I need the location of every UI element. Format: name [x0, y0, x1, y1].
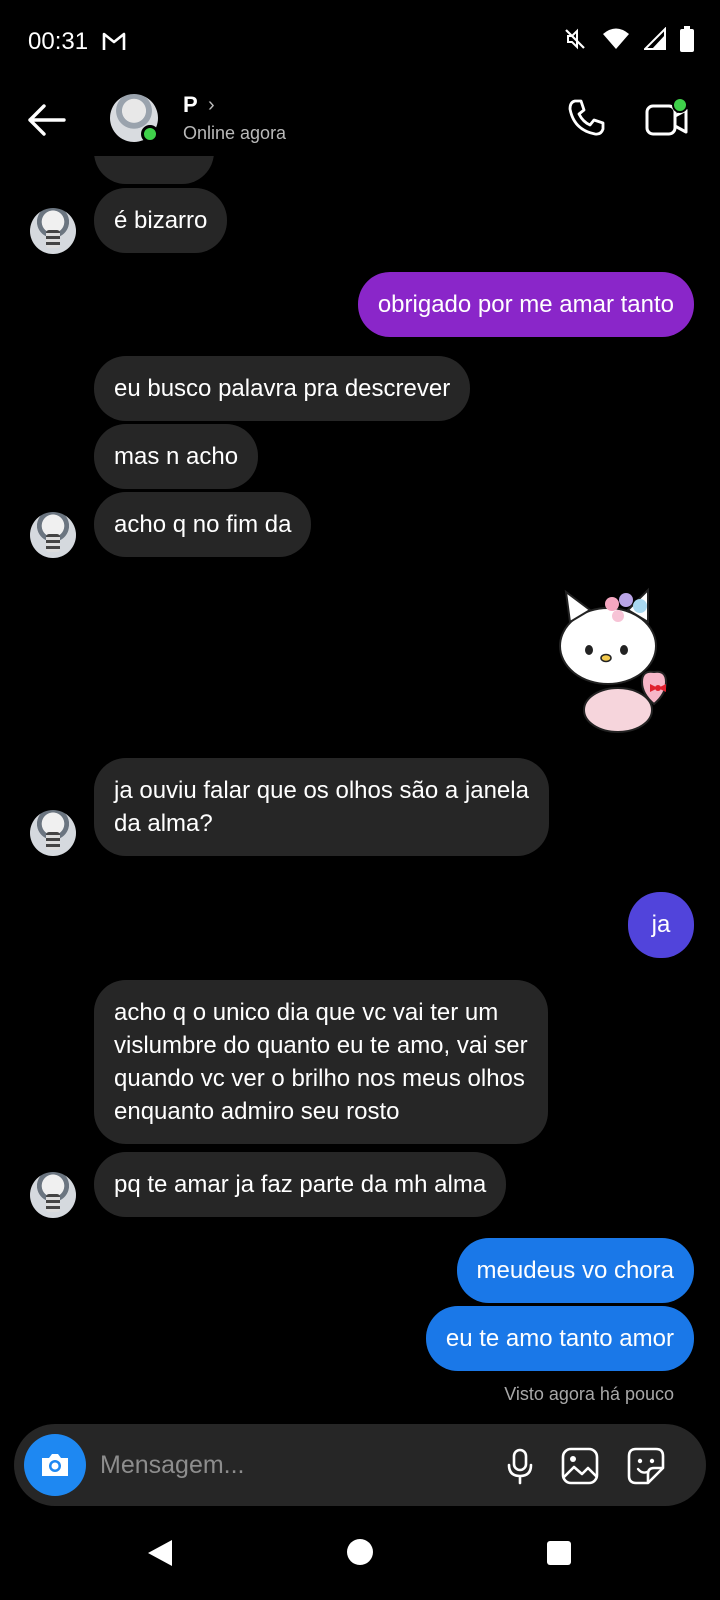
- contact-avatar-small[interactable]: [30, 810, 76, 856]
- chat-header: P › Online agora: [0, 84, 720, 156]
- wifi-icon: [603, 28, 629, 49]
- contact-avatar-small[interactable]: [30, 208, 76, 254]
- message-bubble-received[interactable]: ja ouviu falar que os olhos são a janela…: [94, 758, 549, 856]
- gallery-icon[interactable]: [560, 1446, 600, 1486]
- message-bubble-sent[interactable]: meudeus vo chora: [456, 1238, 694, 1303]
- video-call-icon[interactable]: [644, 96, 690, 140]
- contact-status: Online agora: [183, 123, 287, 143]
- contact-avatar-small[interactable]: [30, 512, 76, 558]
- message-bubble-received[interactable]: eu busco palavra pra descrever: [94, 356, 471, 421]
- system-nav-bar: [0, 1520, 720, 1600]
- nav-back-icon[interactable]: [146, 1538, 174, 1568]
- contact-avatar-small[interactable]: [30, 1172, 76, 1218]
- message-bubble-received[interactable]: pq te amar ja faz parte da mh alma: [94, 1152, 507, 1217]
- chevron-right-icon[interactable]: ›: [208, 94, 215, 117]
- message-bubble-sent[interactable]: obrigado por me amar tanto: [357, 272, 694, 337]
- message-bubble-received[interactable]: acho q no fim da: [94, 492, 312, 557]
- message-bubble-received[interactable]: acho q o unico dia que vc vai ter um vis…: [94, 980, 548, 1144]
- message-bubble-sent[interactable]: eu te amo tanto amor: [425, 1306, 694, 1371]
- status-bar: 00:31: [0, 0, 720, 84]
- sticker-icon[interactable]: [626, 1446, 666, 1486]
- microphone-icon[interactable]: [500, 1446, 540, 1486]
- camera-icon: [42, 1454, 68, 1476]
- message-input[interactable]: [100, 1448, 400, 1482]
- phone-icon[interactable]: [566, 98, 606, 138]
- status-time: 00:31: [28, 28, 89, 55]
- hello-kitty-sticker[interactable]: [556, 582, 682, 734]
- message-list[interactable]: é bizarro obrigado por me amar tanto eu …: [0, 156, 720, 1396]
- message-bubble-cut: [94, 156, 214, 184]
- camera-button[interactable]: [24, 1434, 86, 1496]
- back-arrow-icon[interactable]: [24, 100, 68, 140]
- nav-recents-icon[interactable]: [546, 1540, 572, 1566]
- message-composer: [14, 1424, 706, 1506]
- message-bubble-sent[interactable]: ja: [628, 892, 694, 958]
- seen-status: Visto agora há pouco: [504, 1384, 674, 1404]
- mute-icon: [565, 28, 585, 50]
- signal-icon: [644, 27, 666, 50]
- nav-home-icon[interactable]: [346, 1538, 374, 1566]
- battery-icon: [680, 26, 694, 52]
- message-bubble-received[interactable]: mas n acho: [94, 424, 259, 489]
- contact-name[interactable]: P: [183, 92, 198, 118]
- status-icons: [562, 26, 694, 52]
- online-indicator: [141, 125, 159, 143]
- message-bubble-received[interactable]: é bizarro: [94, 188, 228, 253]
- gmail-icon: [102, 32, 126, 50]
